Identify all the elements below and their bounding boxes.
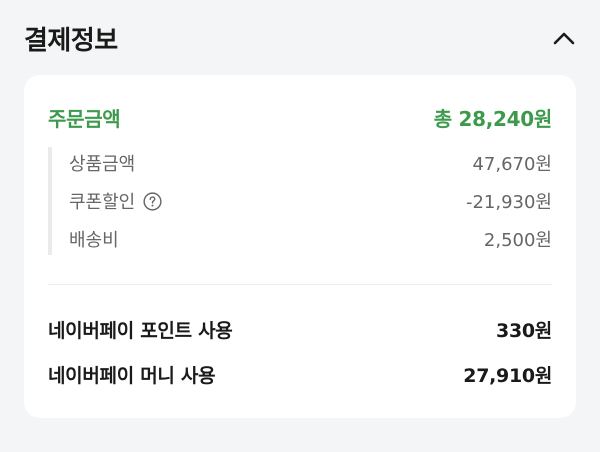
payment-info-header: 결제정보 [24,18,576,58]
order-total-value: 총 28,240원 [433,107,553,131]
divider [48,284,552,285]
shipping-fee-row: 배송비 2,500원 [52,220,552,258]
shipping-fee-label: 배송비 [69,230,119,251]
coupon-discount-label: 쿠폰할인 [69,192,136,213]
naverpay-point-row: 네이버페이 포인트 사용 330원 [48,316,552,343]
order-amount-breakdown: 상품금액 47,670원 쿠폰할인 -21,930원 배송비 2,500원 [48,147,552,255]
section-title: 결제정보 [24,25,118,56]
naverpay-money-label: 네이버페이 머니 사용 [48,365,216,387]
naverpay-money-row: 네이버페이 머니 사용 27,910원 [48,361,552,388]
product-amount-label: 상품금액 [69,154,136,175]
chevron-up-icon [553,32,575,45]
coupon-discount-label-group: 쿠폰할인 [69,188,162,214]
coupon-discount-value: -21,930원 [465,192,552,213]
product-amount-row: 상품금액 47,670원 [52,144,552,182]
shipping-fee-value: 2,500원 [483,230,552,251]
naverpay-point-label: 네이버페이 포인트 사용 [48,320,233,342]
product-amount-value: 47,670원 [472,154,552,175]
naverpay-point-value: 330원 [496,320,552,342]
order-total-label: 주문금액 [48,107,121,131]
coupon-discount-row: 쿠폰할인 -21,930원 [52,182,552,220]
payment-info-card: 주문금액 총 28,240원 상품금액 47,670원 쿠폰할인 -21,930… [24,75,576,418]
collapse-toggle-button[interactable] [546,20,582,56]
question-circle-icon[interactable] [143,191,162,211]
order-total-row: 주문금액 총 28,240원 [48,103,552,132]
naverpay-money-value: 27,910원 [463,365,552,387]
